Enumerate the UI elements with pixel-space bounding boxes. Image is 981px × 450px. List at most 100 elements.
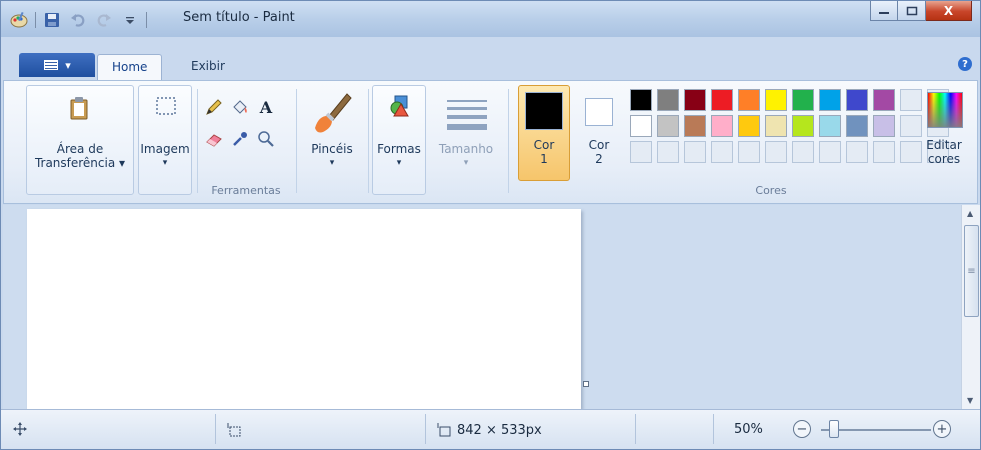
- custom-color-slot[interactable]: [792, 141, 814, 163]
- zoom-in-button[interactable]: +: [933, 420, 951, 438]
- color1-label-line2: 1: [540, 152, 548, 166]
- scroll-down-icon[interactable]: ▼: [967, 396, 973, 405]
- save-icon[interactable]: [42, 10, 62, 30]
- brushes-button[interactable]: Pincéis ▾: [302, 85, 362, 195]
- ribbon-separator: [508, 89, 509, 193]
- color-swatch[interactable]: [792, 115, 814, 137]
- status-bar: 842 × 533px 50% − +: [1, 409, 980, 449]
- shapes-label: Formas: [377, 142, 421, 156]
- canvas-resize-handle[interactable]: [583, 381, 589, 387]
- color-swatch[interactable]: [711, 89, 733, 111]
- shapes-icon: [390, 95, 409, 117]
- status-separator: [713, 414, 714, 444]
- qat-separator: [146, 12, 147, 28]
- vertical-scrollbar[interactable]: ▲ ≡ ▼: [961, 205, 980, 409]
- magnifier-icon[interactable]: [254, 127, 278, 151]
- custom-color-slot[interactable]: [657, 141, 679, 163]
- group-brushes: Pincéis ▾: [302, 85, 364, 199]
- custom-color-slot[interactable]: [684, 141, 706, 163]
- color-picker-icon[interactable]: [228, 127, 252, 151]
- paint-window: Sem título - Paint X ▾ Home Exibir ? Áre…: [0, 0, 981, 450]
- tab-view[interactable]: Exibir: [177, 54, 239, 80]
- fill-bucket-icon[interactable]: [228, 95, 252, 119]
- color-swatch[interactable]: [819, 89, 841, 111]
- color-swatch[interactable]: [684, 115, 706, 137]
- paint-app-icon[interactable]: [9, 10, 29, 30]
- color-swatch[interactable]: [657, 89, 679, 111]
- title-bar: Sem título - Paint X: [1, 1, 980, 37]
- shapes-button[interactable]: Formas ▾: [372, 85, 426, 195]
- color-swatch[interactable]: [846, 89, 868, 111]
- edit-colors-label-line2: cores: [927, 152, 961, 166]
- selection-size-icon: [225, 422, 241, 438]
- ribbon-separator: [197, 89, 198, 193]
- color1-button[interactable]: Cor 1: [518, 85, 570, 181]
- color2-swatch: [585, 98, 613, 126]
- text-tool-icon[interactable]: A: [254, 95, 278, 119]
- custom-color-slot[interactable]: [630, 141, 652, 163]
- color-swatch[interactable]: [684, 89, 706, 111]
- maximize-button[interactable]: [898, 1, 926, 21]
- color-palette: [630, 89, 949, 163]
- color2-label-line2: 2: [595, 152, 603, 166]
- image-button[interactable]: Imagem ▾: [138, 85, 192, 195]
- paint-menu-button[interactable]: ▾: [19, 53, 95, 77]
- redo-icon[interactable]: [94, 10, 114, 30]
- drawing-canvas[interactable]: [27, 209, 581, 409]
- custom-color-slot[interactable]: [765, 141, 787, 163]
- scrollbar-thumb[interactable]: ≡: [964, 225, 979, 317]
- custom-color-slot[interactable]: [711, 141, 733, 163]
- canvas-workspace: [3, 205, 961, 409]
- color-swatch[interactable]: [819, 115, 841, 137]
- group-clipboard: Área de Transferência ▾: [26, 85, 136, 199]
- color2-button[interactable]: Cor 2: [576, 85, 622, 181]
- tools-group-label: Ferramentas: [211, 184, 281, 197]
- minimize-button[interactable]: [870, 1, 898, 21]
- canvas-size-readout: 842 × 533px: [435, 422, 542, 438]
- group-image: Imagem ▾: [138, 85, 194, 199]
- zoom-level: 50%: [734, 422, 763, 437]
- close-button[interactable]: X: [926, 1, 972, 21]
- edit-colors-button[interactable]: Editar cores: [916, 85, 972, 181]
- zoom-slider-thumb[interactable]: [829, 420, 839, 438]
- color-swatch[interactable]: [765, 89, 787, 111]
- custom-color-slot[interactable]: [738, 141, 760, 163]
- help-icon[interactable]: ?: [958, 57, 972, 71]
- color-swatch[interactable]: [765, 115, 787, 137]
- eraser-icon[interactable]: [202, 127, 226, 151]
- color-swatch[interactable]: [738, 115, 760, 137]
- tools-row-2: [202, 127, 278, 151]
- ribbon-separator: [296, 89, 297, 193]
- brushes-label: Pincéis: [311, 142, 353, 156]
- image-label: Imagem: [140, 142, 190, 156]
- color-swatch[interactable]: [657, 115, 679, 137]
- color-swatch[interactable]: [630, 89, 652, 111]
- window-title: Sem título - Paint: [183, 10, 295, 25]
- ribbon-home: Área de Transferência ▾ Imagem ▾ A Ferra…: [3, 80, 978, 204]
- undo-icon[interactable]: [68, 10, 88, 30]
- size-button[interactable]: Tamanho ▾: [432, 85, 500, 195]
- color-swatch[interactable]: [630, 115, 652, 137]
- tab-home[interactable]: Home: [97, 54, 163, 80]
- chevron-down-icon: ▾: [65, 58, 71, 72]
- custom-color-slot[interactable]: [846, 141, 868, 163]
- pencil-icon[interactable]: [202, 95, 226, 119]
- color-swatch[interactable]: [873, 89, 895, 111]
- color-swatch[interactable]: [711, 115, 733, 137]
- group-tools: A Ferramentas: [200, 85, 292, 199]
- color-swatch[interactable]: [873, 115, 895, 137]
- custom-color-slot[interactable]: [873, 141, 895, 163]
- color-swatch[interactable]: [792, 89, 814, 111]
- scroll-up-icon[interactable]: ▲: [967, 209, 973, 218]
- menu-icon: [44, 60, 59, 70]
- color-swatch[interactable]: [846, 115, 868, 137]
- color1-swatch: [525, 92, 563, 130]
- customize-qat-icon[interactable]: [120, 10, 140, 30]
- custom-color-slot[interactable]: [819, 141, 841, 163]
- window-controls: X: [870, 1, 972, 21]
- zoom-out-button[interactable]: −: [793, 420, 811, 438]
- ribbon-separator: [368, 89, 369, 193]
- status-separator: [215, 414, 216, 444]
- clipboard-button[interactable]: Área de Transferência ▾: [26, 85, 134, 195]
- color-swatch[interactable]: [738, 89, 760, 111]
